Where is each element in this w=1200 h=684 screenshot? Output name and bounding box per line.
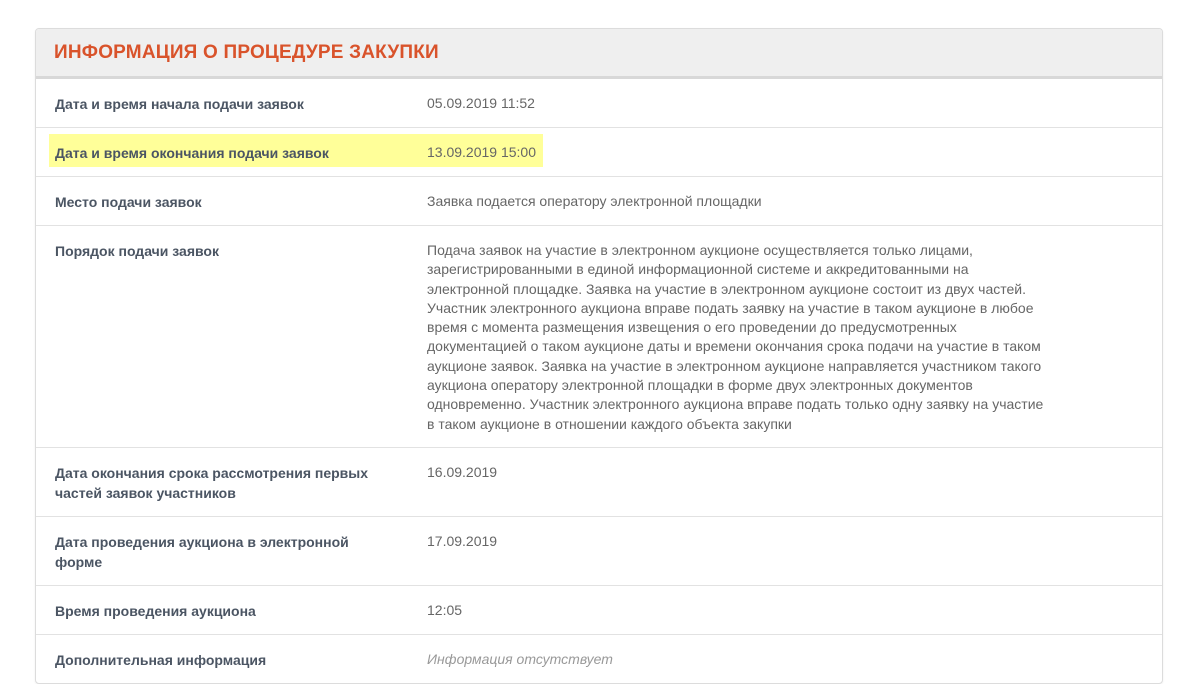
row-value: 05.09.2019 11:52 [427,95,535,111]
row-label: Дата и время окончания подачи заявок [55,145,329,161]
text-line: зарегистрированными в единой информацион… [427,261,969,278]
row-auction-time: Время проведения аукциона 12:05 [36,586,1162,635]
row-additional-info: Дополнительная информация Информация отс… [36,635,1162,683]
row-label: Порядок подачи заявок [55,243,219,259]
row-value: Подача заявок на участие в электронном а… [427,241,1162,434]
text-line: время с момента размещения извещения о е… [427,319,957,336]
row-value: 13.09.2019 15:00 [427,144,536,160]
row-submission-procedure: Порядок подачи заявок Подача заявок на у… [36,226,1162,448]
text-line: аукциона оператору электронной площадки … [427,377,973,394]
row-submission-place: Место подачи заявок Заявка подается опер… [36,177,1162,226]
row-review-deadline: Дата окончания срока рассмотрения первых… [36,448,1162,517]
text-line: в таком аукционе в отношении каждого объ… [427,415,792,432]
row-label: Дата окончания срока рассмотрения первых… [36,463,427,503]
row-label: Дата проведения аукциона в электронной ф… [36,532,427,572]
panel-title: ИНФОРМАЦИЯ О ПРОЦЕДУРЕ ЗАКУПКИ [54,41,439,63]
text-line: Участник электронного аукциона вправе по… [427,299,1034,316]
row-label: Дата и время начала подачи заявок [55,96,304,112]
row-value: Заявка подается оператору электронной пл… [427,193,762,209]
row-value: 17.09.2019 [427,532,498,549]
row-submission-end: Дата и время окончания подачи заявок 13.… [36,128,1162,177]
row-value: 12:05 [427,601,463,618]
panel-header: ИНФОРМАЦИЯ О ПРОЦЕДУРЕ ЗАКУПКИ [36,29,1162,79]
row-value: 16.09.2019 [427,463,498,480]
text-line: электронной площадке. Заявка на участие … [427,280,1026,297]
row-auction-date: Дата проведения аукциона в электронной ф… [36,517,1162,586]
row-label: Время проведения аукциона [55,602,256,619]
text-line: документацией о таком аукционе даты и вр… [427,338,1041,355]
label-line: форме [55,553,103,570]
row-submission-start: Дата и время начала подачи заявок 05.09.… [36,79,1162,128]
label-line: Дата проведения аукциона в электронной [55,533,349,550]
text-line: одновременно. Участник электронного аукц… [427,396,1044,413]
text-line: аукционе заявок. Заявка на участие в эле… [427,357,1042,374]
text-line: Подача заявок на участие в электронном а… [427,242,973,258]
label-line: Дата окончания срока рассмотрения первых [55,464,369,481]
procurement-info-panel: ИНФОРМАЦИЯ О ПРОЦЕДУРЕ ЗАКУПКИ Дата и вр… [35,28,1163,684]
label-line: частей заявок участников [55,484,236,501]
row-label: Место подачи заявок [55,194,202,210]
